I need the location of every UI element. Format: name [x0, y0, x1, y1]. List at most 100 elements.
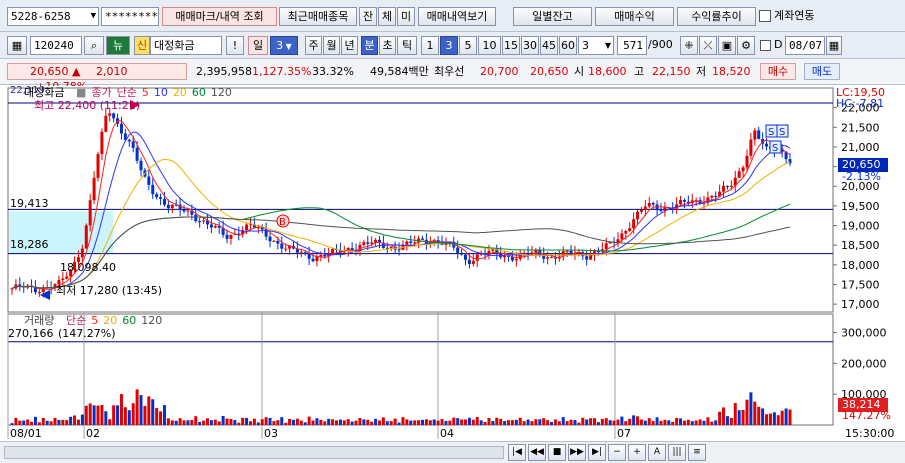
candle-body	[80, 248, 84, 258]
nav-button-3[interactable]: ▶▶	[568, 444, 586, 461]
volume-bar	[725, 416, 729, 425]
candle-body	[456, 247, 460, 253]
return-trend-button[interactable]: 수익률추이	[677, 7, 756, 26]
volume-bar	[405, 419, 409, 425]
period-month-button[interactable]: 월	[323, 36, 340, 55]
volume-bar	[393, 418, 397, 425]
x-axis-label: 03	[264, 427, 278, 440]
price-tick-label: 18,000	[841, 259, 880, 272]
trade-mark-button[interactable]: 매매마크/내역 조회	[162, 7, 277, 26]
candle-body	[127, 139, 131, 142]
period-num-select[interactable]: 3 ▼	[270, 36, 298, 55]
period-tick-button[interactable]: 틱	[397, 36, 417, 55]
nav-button-4[interactable]: ▶|	[588, 444, 606, 461]
period-second-button[interactable]: 초	[379, 36, 396, 55]
nav-button-0[interactable]: |◀	[508, 444, 526, 461]
trade-profit-button[interactable]: 매매수익	[595, 7, 674, 26]
news-badge[interactable]: 뉴	[106, 36, 130, 55]
volume-bar	[288, 418, 292, 425]
price-legend: ■ 종가 단순 5 10 20 60 120	[76, 86, 237, 100]
save-icon[interactable]: ▣	[718, 36, 736, 55]
low-label: 저	[696, 65, 707, 78]
nav-button-2[interactable]: ■	[548, 444, 566, 461]
legend-ma-20: 20	[172, 86, 187, 99]
stock-chart[interactable]: 22,00021,50021,00020,50020,00019,50019,0…	[0, 86, 905, 440]
minute-60-button[interactable]: 60	[559, 36, 577, 55]
volume-bar	[205, 418, 209, 425]
daily-balance-button[interactable]: 일별잔고	[513, 7, 592, 26]
volume-bar	[225, 418, 229, 425]
password-field[interactable]: ********	[101, 7, 159, 26]
price-tick-label: 17,000	[841, 298, 880, 311]
account-select[interactable]: 5228-6258 ▼	[7, 7, 99, 26]
nav-button-6[interactable]: +	[628, 444, 646, 461]
candle-body	[725, 185, 729, 187]
volume-bar	[22, 420, 26, 425]
minute-select[interactable]: 3 ▼	[578, 36, 614, 55]
volume-bar	[92, 405, 96, 425]
buy-button[interactable]: 매수	[760, 63, 796, 80]
alert-button[interactable]: !	[226, 36, 244, 55]
nav-button-7[interactable]: A	[648, 444, 666, 461]
trade-history-button[interactable]: 매매내역보기	[418, 7, 496, 26]
volume-bar	[268, 417, 272, 425]
volume-bar	[604, 418, 608, 425]
minute-5-button[interactable]: 5	[459, 36, 477, 55]
candle-body	[159, 197, 163, 199]
volume-bar	[88, 403, 92, 425]
date-field[interactable]: 08/07	[785, 36, 825, 55]
price-box: 20,650 ▲ 2,010 +10.78%	[7, 63, 187, 93]
period-week-button[interactable]: 주	[305, 36, 322, 55]
candle-body	[569, 250, 573, 254]
jan-button[interactable]: 잔	[359, 7, 377, 26]
minute-10-button[interactable]: 10	[478, 36, 501, 55]
candle-body	[112, 113, 116, 119]
candle-body	[315, 256, 319, 262]
volume-bar	[80, 414, 84, 425]
search-icon[interactable]: ⌕	[84, 36, 104, 55]
candle-body	[550, 256, 554, 258]
date-checkbox[interactable]	[760, 40, 771, 51]
calendar-icon[interactable]: ▦	[826, 36, 842, 55]
chevron-down-icon: ▼	[604, 41, 611, 50]
candle-body	[280, 243, 284, 249]
minute-30-button[interactable]: 30	[521, 36, 539, 55]
volume-bar	[315, 418, 319, 425]
data-count-field[interactable]: 571	[617, 36, 647, 55]
bottom-scrollbar[interactable]: |◀ ◀◀ ■ ▶▶ ▶| − + A ||| ≡	[0, 441, 905, 463]
volume-bar	[108, 419, 112, 425]
nav-button-9[interactable]: ≡	[688, 444, 706, 461]
mi-button[interactable]: 미	[397, 7, 415, 26]
minute-45-button[interactable]: 45	[540, 36, 558, 55]
period-year-button[interactable]: 년	[341, 36, 358, 55]
volume-bar	[229, 418, 233, 425]
period-day-button[interactable]: 일	[248, 36, 268, 55]
gear-icon[interactable]: ⚙	[737, 36, 755, 55]
stock-name-field[interactable]: 대정화금	[150, 36, 222, 55]
price-tick-label: 21,500	[841, 121, 880, 134]
draw-tool-icon[interactable]: ⤫	[699, 36, 717, 55]
account-link-checkbox[interactable]	[759, 10, 771, 22]
minute-15-button[interactable]: 15	[502, 36, 520, 55]
volume-bar	[479, 420, 483, 425]
period-minute-button[interactable]: 분	[361, 36, 378, 55]
candle-body	[565, 250, 569, 252]
legend-vol-ma-60: 60	[122, 314, 137, 327]
che-button[interactable]: 체	[378, 7, 396, 26]
volume-ratio-label: (147.27%)	[58, 327, 116, 340]
volume-bar	[143, 405, 147, 425]
sell-button[interactable]: 매도	[804, 63, 840, 80]
layout-icon[interactable]: ▦	[7, 36, 27, 55]
volume-bar	[53, 417, 57, 425]
volume-bar	[534, 419, 538, 425]
volume-bar	[41, 418, 45, 425]
nav-button-8[interactable]: |||	[668, 444, 686, 461]
minute-3-button[interactable]: 3	[440, 36, 458, 55]
recent-trade-button[interactable]: 최근매매종목	[279, 7, 357, 26]
minute-1-button[interactable]: 1	[421, 36, 439, 55]
nav-button-5[interactable]: −	[608, 444, 626, 461]
nav-button-1[interactable]: ◀◀	[528, 444, 546, 461]
stock-code-field[interactable]: 120240	[30, 36, 82, 55]
scroll-track[interactable]	[4, 446, 504, 459]
crosshair-icon[interactable]: ⁜	[680, 36, 698, 55]
